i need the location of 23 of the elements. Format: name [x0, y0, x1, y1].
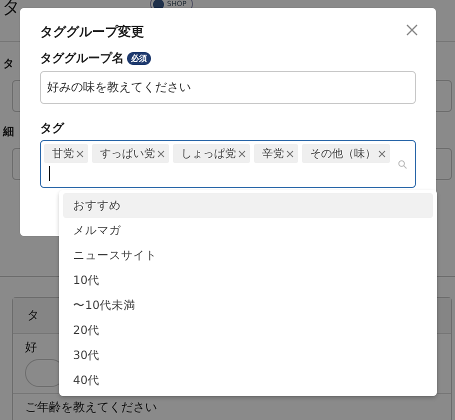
field-label: 細 [3, 124, 14, 140]
tag-chip: 辛党 [254, 144, 298, 163]
close-icon[interactable] [286, 150, 294, 158]
modal-title: タググループ変更 [40, 25, 144, 41]
group-name: ご年齢を教えてください [25, 400, 157, 415]
group-name: 好 [25, 340, 37, 355]
field-label: タググループ名 [40, 50, 124, 66]
field-label: タ [3, 56, 14, 72]
tag-chip: しょっぱ党 [173, 144, 250, 163]
close-icon[interactable] [378, 150, 386, 158]
tag-chip: すっぱい党 [92, 144, 169, 163]
tag-chip: その他（味） [302, 144, 390, 163]
name-input[interactable]: 好みの味を教えてください [40, 71, 416, 104]
close-icon[interactable] [76, 150, 84, 158]
search-icon [398, 160, 407, 169]
close-icon[interactable] [157, 150, 165, 158]
close-button[interactable] [404, 22, 420, 38]
field-label: タグ [40, 120, 64, 136]
tag-chip: 甘党 [44, 144, 88, 163]
close-icon[interactable] [238, 150, 246, 158]
dropdown-option[interactable]: おすすめ [63, 193, 433, 218]
required-badge: 必須 [127, 52, 151, 64]
card-header: タ [27, 308, 39, 323]
